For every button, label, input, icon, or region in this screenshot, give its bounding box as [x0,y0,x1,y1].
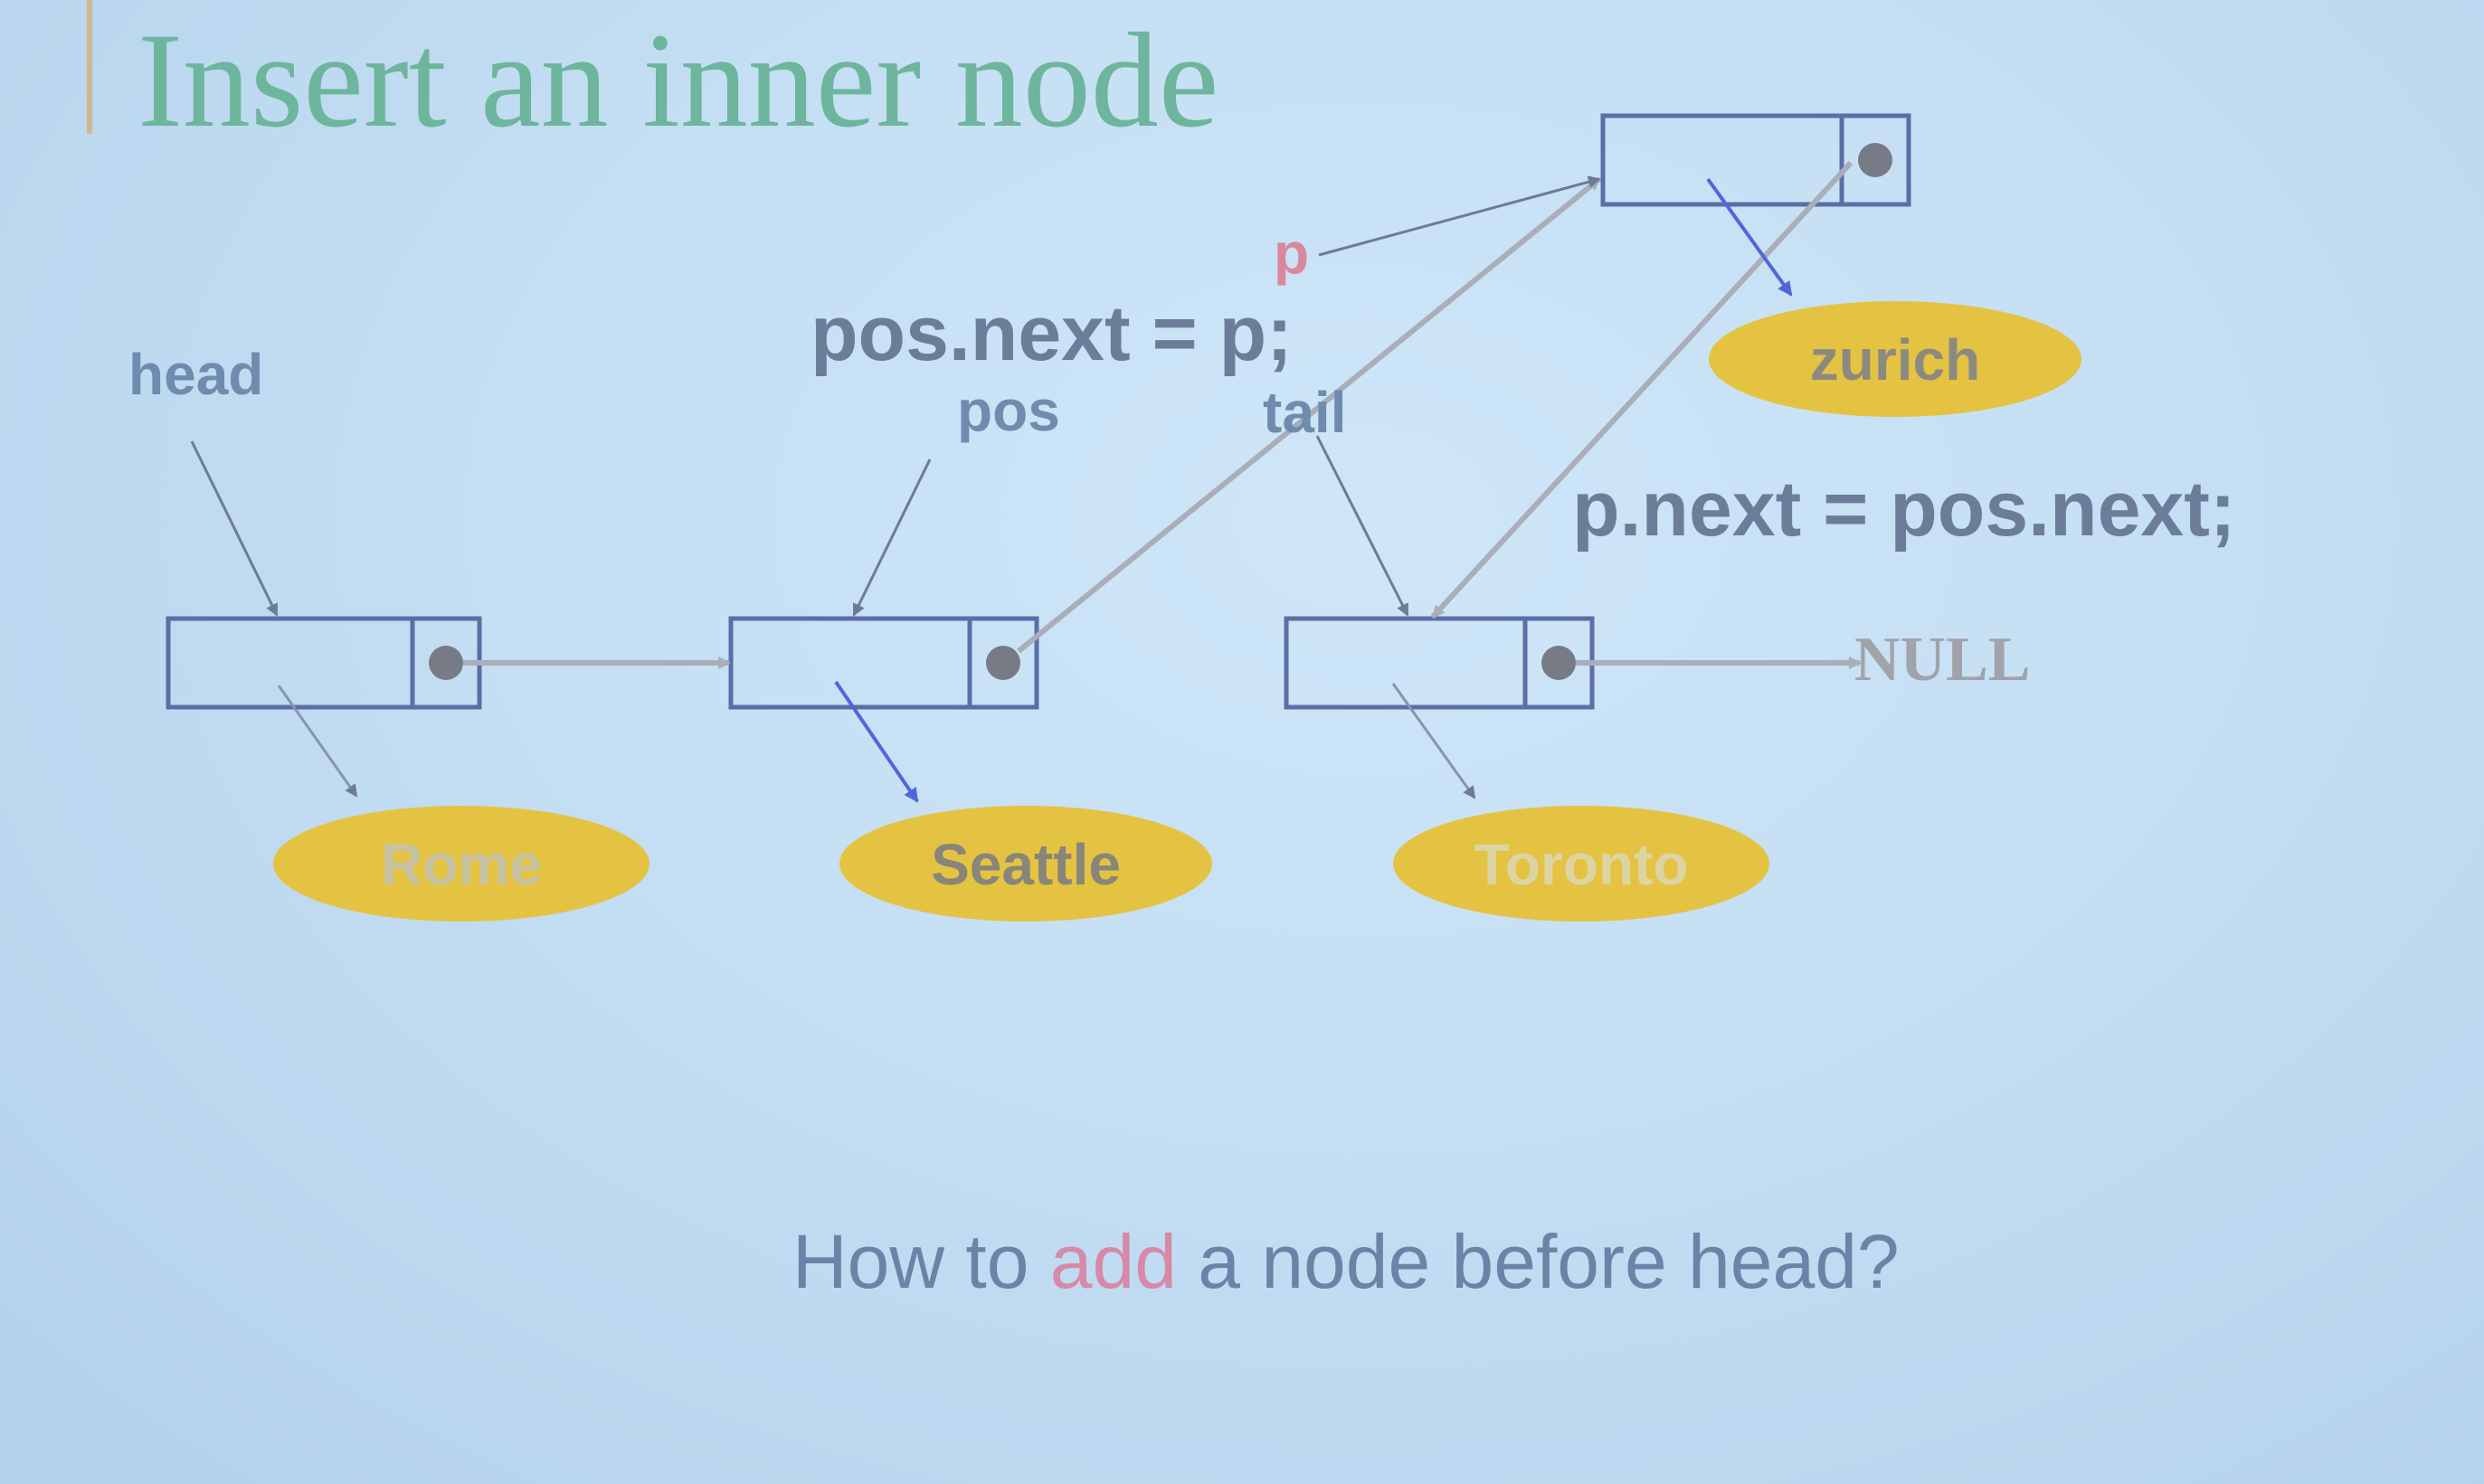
code-line-p-next: p.next = pos.next; [1572,466,2236,553]
arrow-zurich-data [1706,177,1793,297]
node-toronto [1284,616,1595,710]
arrow-head-pointer [190,440,279,617]
value-toronto-label: Toronto [1474,832,1689,897]
pointer-dot [429,646,463,680]
pos-label: pos [957,378,1060,443]
arrow-rome-data [277,685,358,798]
value-zurich: zurich [1709,301,2081,417]
arrow-tail-pointer [1315,435,1409,617]
node-seattle [728,616,1039,710]
tail-label: tail [1263,380,1346,445]
arrow-pos-pointer [852,458,932,617]
arrow-seattle-data [834,680,919,803]
value-seattle: Seattle [839,806,1212,922]
arrow-p-pointer [1318,175,1601,257]
question-text: How to add a node before head? [792,1219,1900,1304]
value-seattle-label: Seattle [931,832,1121,897]
slide: Insert an inner node Rome Seattle Toront… [0,0,2484,1484]
head-label: head [128,342,263,407]
pointer-dot [1541,646,1576,680]
pointer-dot [1858,143,1892,177]
arrow-toronto-data [1391,683,1476,799]
value-zurich-label: zurich [1810,327,1980,392]
code-line-pos-next: pos.next = p; [811,290,1293,377]
linked-list-diagram: Rome Seattle Toronto zurich head pos tai… [128,113,2236,1304]
pointer-dot [986,646,1020,680]
value-toronto: Toronto [1393,806,1769,922]
node-rome [166,616,482,710]
null-label: NULL [1854,625,2030,695]
p-label: p [1274,221,1309,286]
node-zurich [1600,113,1911,207]
value-rome-label: Rome [381,832,542,897]
question-highlight: add [1050,1219,1177,1304]
value-rome: Rome [273,806,649,922]
